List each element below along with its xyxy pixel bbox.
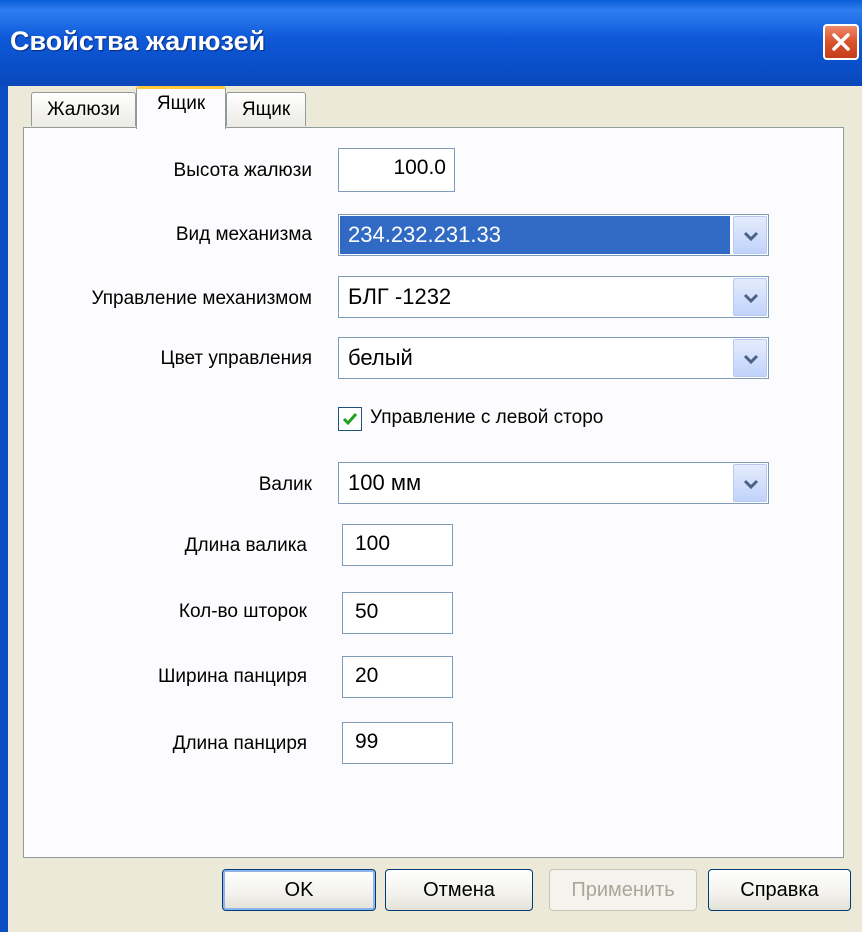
mechanism-type-label: Вид механизма [175,224,312,245]
title-bar[interactable]: Свойства жалюзей [0,0,862,86]
armor-length-label: Длина панциря [172,733,307,754]
armor-width-label: Ширина панциря [157,666,307,687]
armor-length-input[interactable]: 99 [342,722,453,764]
mechanism-type-select[interactable]: 234.232.231.33 [338,214,769,256]
tab-zhaluzi[interactable]: Жалюзи [31,92,136,126]
mechanism-type-value: 234.232.231.33 [340,216,730,254]
help-button[interactable]: Справка [708,869,851,911]
roller-dropdown-button[interactable] [733,464,767,502]
blind-height-input[interactable]: 100.0 [338,148,455,192]
armor-width-input[interactable]: 20 [342,656,453,698]
apply-button[interactable]: Применить [549,869,697,911]
checkmark-icon [342,413,358,426]
roller-value: 100 мм [348,470,422,495]
left-control-checkbox[interactable] [338,407,362,431]
cancel-button[interactable]: Отмена [385,869,533,911]
mechanism-control-label: Управление механизмом [91,288,312,309]
window-frame-left [0,86,8,932]
close-button[interactable] [823,24,859,60]
roller-select[interactable]: 100 мм [338,462,769,504]
window-title: Свойства жалюзей [10,26,266,56]
control-color-value: белый [348,345,413,370]
control-color-select[interactable]: белый [338,337,769,379]
chevron-down-icon [743,293,759,304]
left-control-label[interactable]: Управление с левой сторо [370,407,603,429]
mechanism-control-select[interactable]: БЛГ -1232 [338,276,769,318]
mechanism-control-dropdown-button[interactable] [733,278,767,316]
roller-length-label: Длина валика [184,535,307,556]
chevron-down-icon [743,479,759,490]
slat-count-label: Кол-во шторок [178,601,307,622]
chevron-down-icon [743,354,759,365]
tab-yashchik-active[interactable]: Ящик [136,86,226,129]
close-icon [832,33,850,51]
blind-height-label: Высота жалюзи [173,160,312,181]
ok-button[interactable]: OK [222,869,376,911]
mechanism-control-value: БЛГ -1232 [348,284,452,309]
roller-length-input[interactable]: 100 [342,524,453,566]
mechanism-type-dropdown-button[interactable] [733,216,767,254]
chevron-down-icon [743,231,759,242]
roller-label: Валик [258,474,312,495]
tab-yashchik[interactable]: Ящик [226,92,306,126]
control-color-label: Цвет управления [160,348,312,369]
slat-count-input[interactable]: 50 [342,592,453,634]
control-color-dropdown-button[interactable] [733,339,767,377]
